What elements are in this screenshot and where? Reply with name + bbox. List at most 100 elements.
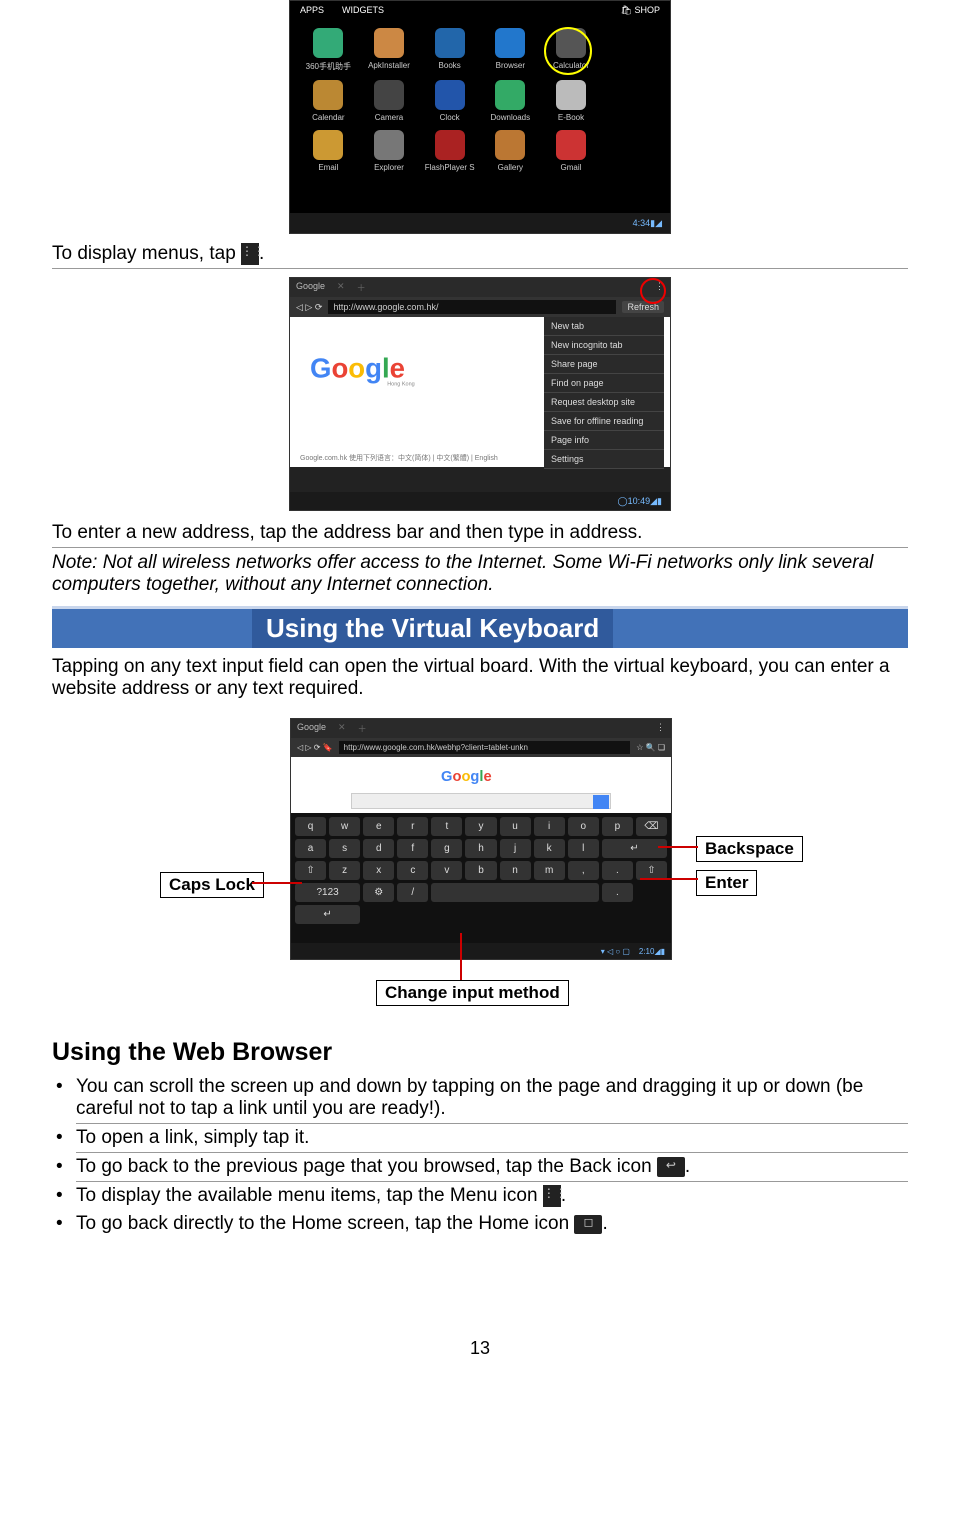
text-enter-address: To enter a new address, tap the address … bbox=[52, 519, 908, 548]
key-n: n bbox=[500, 861, 531, 880]
key-↵: ↵ bbox=[602, 839, 667, 858]
footer-links: Google.com.hk 使用下列语言：中文(简体) | 中文(繁體) | E… bbox=[300, 453, 498, 463]
key-↵: ↵ bbox=[295, 905, 360, 924]
key-p: p bbox=[602, 817, 633, 836]
key- bbox=[431, 883, 598, 902]
bullet-link: To open a link, simply tap it. bbox=[76, 1124, 908, 1153]
app-Calendar: Calendar bbox=[300, 80, 357, 122]
overflow-icon: ⋮⋮ bbox=[241, 243, 259, 265]
app-FlashPlayer S: FlashPlayer S bbox=[421, 130, 478, 172]
app-E-Book: E-Book bbox=[543, 80, 600, 122]
address-bar: http://www.google.com.hk/ bbox=[328, 300, 616, 314]
callout-caps-lock: Caps Lock bbox=[160, 872, 264, 898]
bullet-scroll: You can scroll the screen up and down by… bbox=[76, 1073, 908, 1124]
key-u: u bbox=[500, 817, 531, 836]
key-k: k bbox=[534, 839, 565, 858]
app-Books: Books bbox=[421, 28, 478, 72]
vk-paragraph: Tapping on any text input field can open… bbox=[52, 648, 908, 708]
menu-item: Find on page bbox=[544, 374, 664, 393]
app-ApkInstaller: ApkInstaller bbox=[361, 28, 418, 72]
key-?123: ?123 bbox=[295, 883, 360, 902]
bullet-home: To go back directly to the Home screen, … bbox=[76, 1210, 908, 1238]
app-Gmail: Gmail bbox=[543, 130, 600, 172]
key-b: b bbox=[465, 861, 496, 880]
browser-bullets: You can scroll the screen up and down by… bbox=[52, 1073, 908, 1238]
app-Browser: Browser bbox=[482, 28, 539, 72]
key-d: d bbox=[363, 839, 394, 858]
key-z: z bbox=[329, 861, 360, 880]
key-q: q bbox=[295, 817, 326, 836]
section-virtual-keyboard: Using the Virtual Keyboard bbox=[52, 606, 908, 648]
app-Explorer: Explorer bbox=[361, 130, 418, 172]
google-logo: Google Hong Kong bbox=[310, 347, 460, 398]
key-j: j bbox=[500, 839, 531, 858]
home-icon: ◻ bbox=[574, 1215, 602, 1234]
note-text: Note: Not all wireless networks offer ac… bbox=[52, 548, 908, 606]
svg-text:Hong Kong: Hong Kong bbox=[387, 382, 415, 388]
key-o: o bbox=[568, 817, 599, 836]
tab-google: Google bbox=[296, 281, 325, 294]
key-s: s bbox=[329, 839, 360, 858]
app-blank bbox=[603, 80, 660, 122]
keyboard-screenshot: Google ✕ ＋ ⋮ ◁ ▷ ⟳ 🔖 http://www.google.c… bbox=[290, 718, 672, 960]
key-⌫: ⌫ bbox=[636, 817, 667, 836]
menu-item: Page info bbox=[544, 431, 664, 450]
key-.: . bbox=[602, 883, 633, 902]
key-t: t bbox=[431, 817, 462, 836]
menu-item: Settings bbox=[544, 450, 664, 469]
browser-menu-screenshot: Google ✕ ＋ ⋮ ◁ ▷ ⟳ http://www.google.com… bbox=[289, 277, 671, 511]
key-y: y bbox=[465, 817, 496, 836]
svg-text:Google: Google bbox=[310, 352, 405, 383]
page-number: 13 bbox=[52, 1338, 908, 1359]
key-i: i bbox=[534, 817, 565, 836]
key-x: x bbox=[363, 861, 394, 880]
app-360手机助手: 360手机助手 bbox=[300, 28, 357, 72]
menu-item: Request desktop site bbox=[544, 393, 664, 412]
key-a: a bbox=[295, 839, 326, 858]
key-f: f bbox=[397, 839, 428, 858]
browser-context-menu: New tabNew incognito tabShare pageFind o… bbox=[544, 317, 664, 469]
key-⇧: ⇧ bbox=[295, 861, 326, 880]
app-Gallery: Gallery bbox=[482, 130, 539, 172]
bullet-back: To go back to the previous page that you… bbox=[76, 1153, 908, 1182]
key-r: r bbox=[397, 817, 428, 836]
key-m: m bbox=[534, 861, 565, 880]
key-c: c bbox=[397, 861, 428, 880]
app-blank bbox=[603, 130, 660, 172]
back-icon: ↩ bbox=[657, 1157, 685, 1177]
svg-text:Google: Google bbox=[441, 769, 492, 785]
status-bar: 4:34 ▮◢ bbox=[290, 213, 670, 233]
key-l: l bbox=[568, 839, 599, 858]
app-Clock: Clock bbox=[421, 80, 478, 122]
menu-icon: ⋮⋮ bbox=[543, 1185, 561, 1207]
menu-item: Save for offline reading bbox=[544, 412, 664, 431]
apps-screenshot: APPS WIDGETS 🛍 SHOP 360手机助手ApkInstallerB… bbox=[289, 0, 671, 234]
app-Downloads: Downloads bbox=[482, 80, 539, 122]
text-display-menus: To display menus, tap ⋮⋮. bbox=[52, 240, 908, 269]
status-bar: ▾ ◁ ○ ▢ 2:10 ◢▮ bbox=[291, 943, 671, 959]
key-,: , bbox=[568, 861, 599, 880]
status-bar: ◯ 10:49 ◢▮ bbox=[290, 492, 670, 510]
key-/: / bbox=[397, 883, 428, 902]
shop-link: 🛍 SHOP bbox=[621, 5, 660, 16]
callout-backspace: Backspace bbox=[696, 836, 803, 862]
key-g: g bbox=[431, 839, 462, 858]
tab-widgets: WIDGETS bbox=[342, 5, 384, 16]
menu-item: New incognito tab bbox=[544, 336, 664, 355]
tab-apps: APPS bbox=[300, 5, 324, 16]
app-Email: Email bbox=[300, 130, 357, 172]
app-blank bbox=[603, 28, 660, 72]
key-v: v bbox=[431, 861, 462, 880]
bullet-menu: To display the available menu items, tap… bbox=[76, 1182, 908, 1210]
subhead-browser: Using the Web Browser bbox=[52, 1038, 908, 1067]
app-Camera: Camera bbox=[361, 80, 418, 122]
key-w: w bbox=[329, 817, 360, 836]
menu-highlight-circle bbox=[640, 278, 666, 304]
browser-highlight-circle bbox=[544, 27, 592, 75]
key-e: e bbox=[363, 817, 394, 836]
menu-item: Share page bbox=[544, 355, 664, 374]
key-⚙: ⚙ bbox=[363, 883, 394, 902]
callout-enter: Enter bbox=[696, 870, 757, 896]
key-h: h bbox=[465, 839, 496, 858]
key-.: . bbox=[602, 861, 633, 880]
